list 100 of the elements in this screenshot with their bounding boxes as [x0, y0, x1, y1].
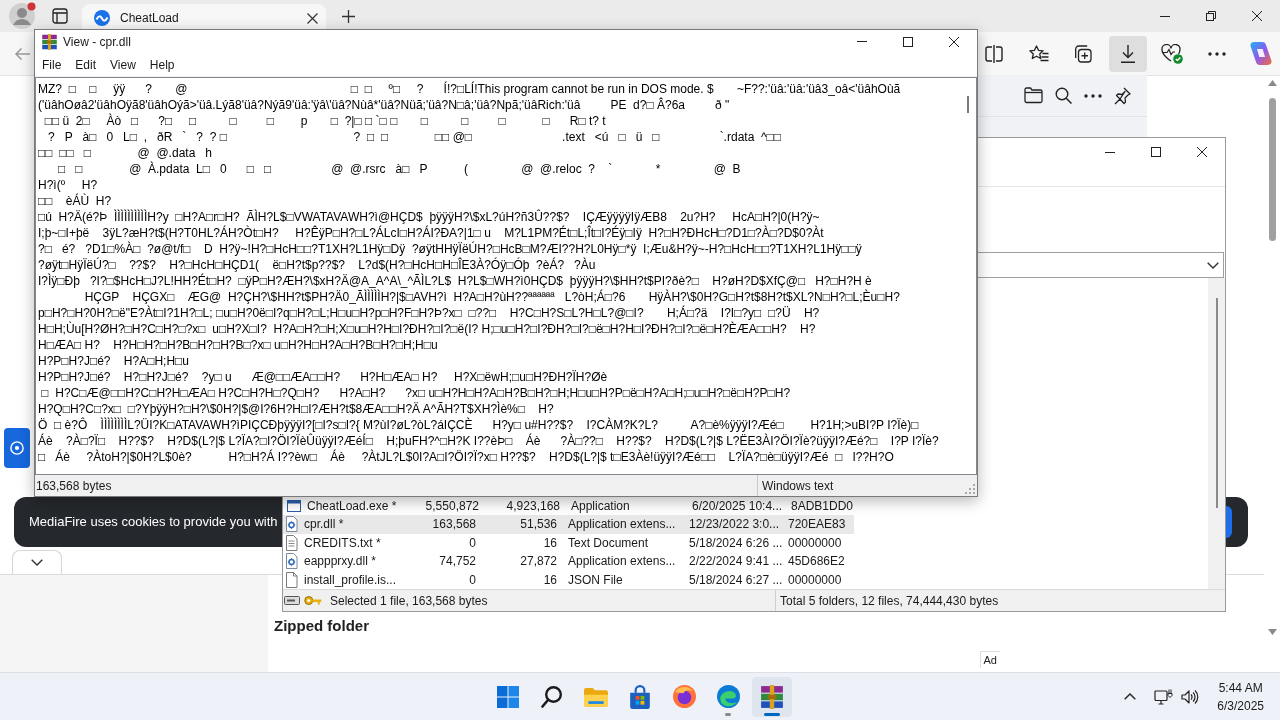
text-line: H?P□H?J□é? H?A□H;H□u	[38, 353, 190, 369]
text-line: □ Áè ?ÀtoH?|$0H?L$0è? H?□H?Á I??èw□ Áè ?ÀtJL?L$0I?A□I?ÖI?Ï?x□ H??$? H?D$(L?|$ t□E3Àè!üÿÿI?Æé□□ L?ÏA?□è□üÿÿI?Æé □ I??H?O	[38, 449, 894, 465]
app-window-icon	[286, 498, 302, 513]
file-size: 163,568	[432, 518, 476, 532]
minimize-icon[interactable]	[1105, 151, 1115, 153]
start-icon	[497, 685, 519, 708]
text-line: ?øÿt□HÿÏëÚ?□ ??$? H?□HcH□HÇD1( ë□H?t$p??$? L?d$(H?□HcH□H□ÎE3À?Óÿ□Óþ ?èÁ? ?Àu	[38, 257, 596, 273]
star-list-icon[interactable]	[1028, 45, 1049, 62]
menu-item[interactable]: Edit	[68, 55, 104, 74]
heart-pulse-icon[interactable]	[1161, 43, 1183, 64]
taskbar-button[interactable]	[752, 676, 792, 717]
scroll-down-icon[interactable]	[1267, 629, 1277, 635]
text-line: ('üâhOøâ2'üâhOÿã8'üâhOýã>'üâ.Lýã8'üâ?Nýã9'üâ:'ÿâ\'üâ?Nùâ*'üâ?Nüã;'üâ?N□â;'üâ?Npã;'üâRich:'üâ PE d?□ Â?6a ð "	[38, 97, 730, 113]
add-square-icon[interactable]	[1074, 44, 1092, 63]
text-line: H?Q□H?C□?x□ □?YþÿÿH?□H?\$0H?|$@I?6H?H□I?ÆH?t$8ÆA□□H?Ä A^ÃH?T$XH?Ìè%□ H?	[38, 401, 554, 417]
minimize-icon[interactable]	[1160, 15, 1170, 17]
packed-size: 27,872	[520, 555, 557, 569]
text-line: □□ □□ □ @ @.data h	[38, 145, 212, 161]
text-line: Áè ?À□?Ï□ H??$? H?D$(L?|$ L?ÏA?□I?ÖI?ÏèÛüÿÿI?ÆéÍ□ H;þuFH?^□H?K I??èÞ□ Áè ?À□??□ H??$? H?D$(L?|$ L?ËE3ÀI?ÖI?Ïè?üÿÿI?Æé?□ I?P I?Ïè?	[38, 433, 939, 449]
file-type: JSON File	[568, 573, 623, 587]
menu-item[interactable]: Help	[142, 55, 182, 74]
address-field[interactable]	[977, 252, 1224, 278]
close-tab-icon[interactable]	[307, 12, 318, 24]
app-logo-icon[interactable]	[1250, 42, 1272, 65]
packed-size: 51,536	[520, 518, 557, 532]
new-tab-icon[interactable]	[342, 9, 355, 23]
collapse-tab[interactable]	[12, 550, 62, 574]
folder-icon[interactable]	[1024, 87, 1043, 104]
file-type: Application extens...	[568, 555, 676, 569]
avatar-icon[interactable]	[8, 2, 36, 30]
text-line: H□ÆA□ H? H?H□H?□H?B□H?□H?B□?x□ u□H?H□H?A□H?B□H?□H;H□u	[38, 337, 438, 353]
file-type: Application	[571, 499, 630, 513]
browser-tab[interactable]: CheatLoad	[82, 4, 326, 32]
modified-date: 5/18/2024 6:26 ...	[689, 536, 783, 550]
file-name: eappprxy.dll *	[304, 555, 376, 569]
text-line: H?P□H?J□é? H?□H?J□é? ?y□ u Æ@□□ÆA□□H? H?H□ÆA□ H? H?X□ëwH;□u□H?ÐH?ÏH?Øè	[38, 369, 608, 385]
text-line: Ö □ è?Ô ÌÌÌÌÌÌÌÌL?ÜI?K□ATAVAWH?ìPIÇCÐþÿÿÿI?[□I?s□I?{ M?ùI?øL?òL?áIÇCÈ H?y□ u#H??$? I?CÀM?K?L? A?□è%ÿÿÿI?Æé□ H?1H;>uBI?P I?Ïè)□	[38, 417, 919, 433]
dropdown-chevron-icon[interactable]	[1207, 261, 1219, 269]
text-line: I?Ìÿ□Ðþ ?I?□$HcH□J?L!HH?Ét□H? □ÿP□H?ÆH?\$xH?Ä@A_A^A\_^ÃÌL?L$ H?L$□WH?ì0HÇD$ þÿÿÿH?\$HH?t$PI?ðè?□ H?øH?D$XfÇ@□ H?□H?H è	[38, 273, 872, 289]
menu-item[interactable]: View	[103, 55, 143, 74]
text-line: □ H?C□Æ@□□H?C□H?H□ÆA□ H?C□H?H□?Q□H? H?A□H? ?x□ u□H?H□H?A□H?B□H?□H;H□u□H?P□ë□H?A□H;□u□H?□ë□H?P□H?	[40, 385, 791, 401]
file-row[interactable]: CREDITS.txt * 0 16 Text Document 5/18/2024 6:26 ... 00000000	[283, 533, 854, 552]
gear-page-icon	[286, 516, 299, 533]
side-tab-button[interactable]	[4, 428, 30, 468]
search-icon	[541, 685, 563, 708]
flame-globe-icon	[672, 685, 696, 708]
crc-value: 720EAE83	[788, 518, 846, 532]
split-screen-icon[interactable]	[985, 44, 1003, 63]
file-size: 5,550,872	[425, 499, 479, 513]
downloads-button[interactable]	[1108, 35, 1147, 72]
speaker-icon[interactable]	[1181, 689, 1200, 704]
text-line: □□ èÁÙ H?	[38, 193, 112, 209]
clock-time: 5:44 AM	[1218, 679, 1263, 697]
more-icon[interactable]	[1084, 93, 1102, 98]
modified-date: 5/18/2024 6:27 ...	[689, 573, 783, 587]
books-icon	[42, 33, 57, 50]
close-icon[interactable]	[949, 36, 959, 47]
maximize-icon[interactable]	[1151, 147, 1161, 157]
file-name: cpr.dll *	[304, 518, 344, 532]
window-title: View - cpr.dll	[63, 33, 131, 51]
scrollbar-thumb[interactable]	[1215, 298, 1218, 508]
scroll-up-icon[interactable]	[1267, 80, 1277, 86]
scrollbar-thumb[interactable]	[966, 96, 969, 113]
cookie-text: MediaFire uses cookies to provide you with	[29, 513, 278, 532]
file-type: Application extens...	[568, 518, 676, 532]
file-size: 0	[469, 536, 476, 550]
file-row[interactable]: CheatLoad.exe * 5,550,872 4,923,168 Application 6/20/2025 10:4... 8ADB1DD0	[283, 496, 854, 515]
more-icon[interactable]	[1207, 51, 1226, 56]
close-icon[interactable]	[1197, 147, 1207, 157]
file-icon	[286, 571, 299, 588]
chevron-up-icon[interactable]	[1124, 693, 1137, 700]
resize-grip-icon[interactable]	[965, 484, 975, 494]
crc-value: 45D686E2	[788, 555, 845, 569]
crc-value: 00000000	[788, 573, 842, 587]
packed-size: 16	[543, 536, 557, 550]
modified-date: 6/20/2025 10:4...	[692, 499, 783, 513]
tab-actions-icon[interactable]	[52, 8, 68, 24]
clock-date: 6/3/2025	[1217, 697, 1264, 715]
maximize-icon[interactable]	[903, 36, 913, 47]
selection-status: Selected 1 file, 163,568 bytes	[330, 592, 489, 610]
file-row[interactable]: eappprxy.dll * 74,752 27,872 Application extens... 2/22/2024 9:41 ... 45D686E2	[283, 552, 854, 571]
text-line: HÇGP HÇGX□ ÆG@ H?ÇH?\$HH?t$PH?Ä0_ÃÌÌÌÌÌH?|$□AVH?ì H?A□H?ùH??ªªªªªª L?òH;Á□?6 HÿÀH?\$0H?G□H?t$8H?t$XL?N□H?□L;Èu□H?	[83, 289, 900, 305]
modified-date: 12/23/2022 3:0...	[689, 518, 780, 532]
menu-item[interactable]: File	[35, 55, 69, 74]
text-line: ?□ é? ?D1□%À□ ?ø@t/f□ D H?ÿ~!H?□HcH□□?T1XH?L1Hÿ□Dÿ ?øÿtHHÿÏëÚH?□HcB□M?ÆI??H?L0Hÿ□*ÿ I;Æu&H?ÿ~-H?□HcH□□?T1XH?L1Hÿ□□ÿ	[38, 241, 862, 257]
scrollbar-thumb[interactable]	[1268, 98, 1276, 241]
file-row[interactable]: cpr.dll * 163,568 51,536 Application extens... 12/23/2022 3:0... 720EAE83	[283, 515, 854, 534]
modified-date: 2/22/2024 9:41 ...	[689, 555, 783, 569]
file-size: 74,752	[439, 555, 476, 569]
file-type: Text Document	[568, 536, 649, 550]
books-icon	[761, 684, 783, 709]
search-icon[interactable]	[1055, 87, 1072, 104]
pin-icon[interactable]	[1114, 86, 1131, 105]
back-icon[interactable]	[14, 46, 30, 61]
gear-page-icon	[286, 553, 299, 570]
restore-icon[interactable]	[1206, 11, 1216, 21]
network-icon[interactable]	[1154, 688, 1174, 705]
key-icon	[304, 596, 322, 605]
file-row[interactable]: install_profile.is... 0 16 JSON File 5/18/2024 6:27 ... 00000000	[283, 570, 854, 589]
close-icon[interactable]	[1252, 11, 1262, 21]
